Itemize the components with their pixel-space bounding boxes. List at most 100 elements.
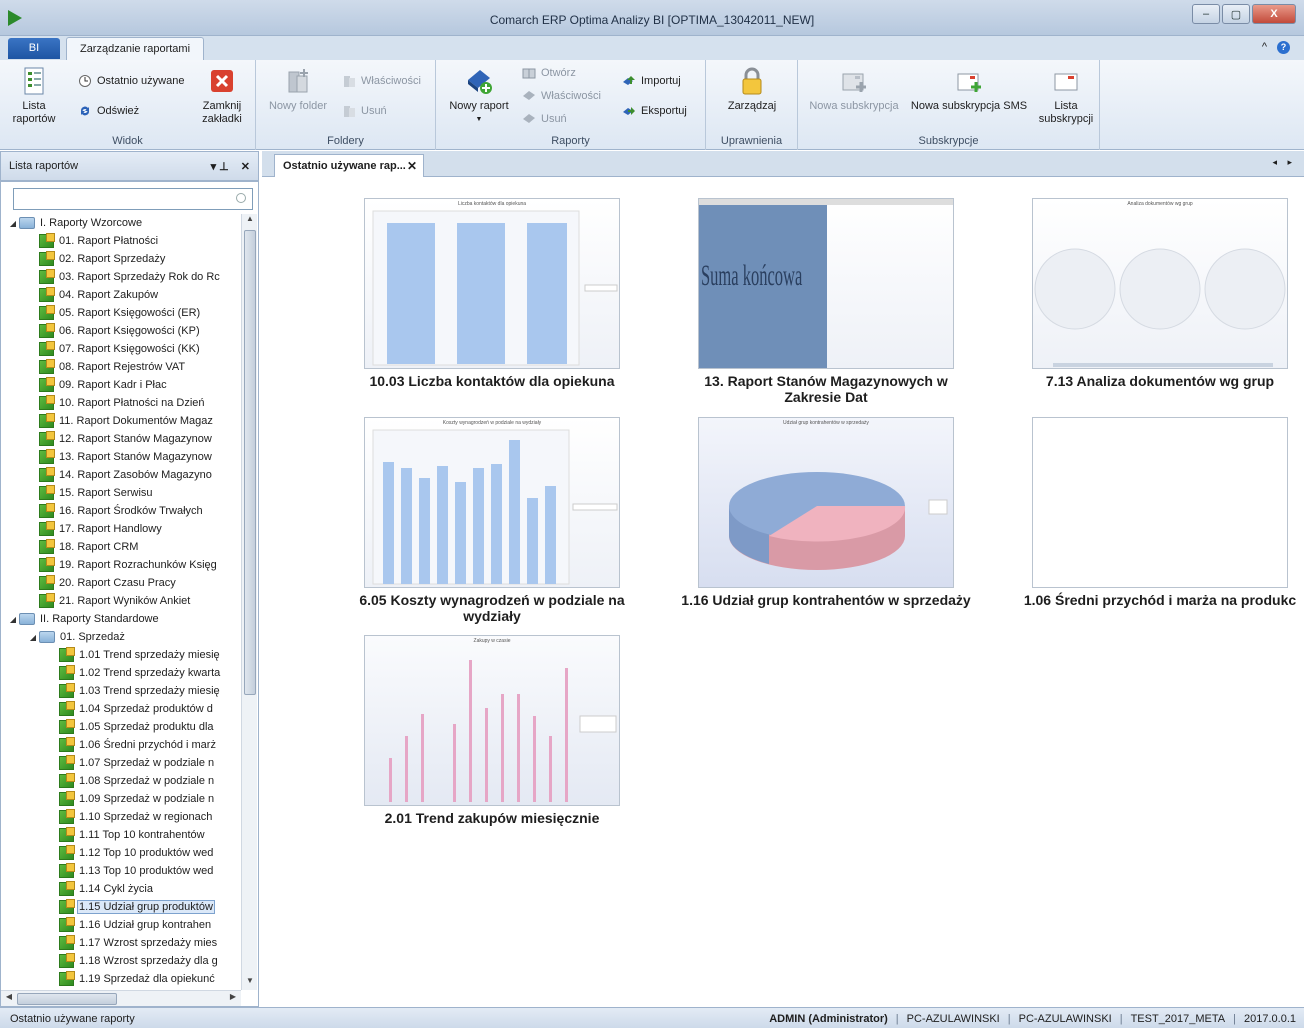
report-caption[interactable]: 7.13 Analiza dokumentów wg grup — [1014, 373, 1304, 389]
report-card[interactable]: 1.06 Średni przychód i marża na produkc — [1014, 417, 1304, 608]
nowy-folder-button[interactable]: Nowy folder — [264, 66, 332, 113]
report-thumbnail[interactable]: Koszty wynagrodzeń w podziale na wydział… — [364, 417, 620, 588]
tree-folder[interactable]: ◢ I. Raporty Wzorcowe — [1, 214, 241, 232]
otworz-button[interactable]: Otwórz — [522, 66, 576, 80]
report-card[interactable]: Liczba kontaktów dla opiekuna 10.03 Licz… — [346, 198, 638, 389]
tree-report-item[interactable]: 1.14 Cykl życia — [1, 880, 241, 898]
expand-arrow-icon[interactable]: ◢ — [27, 633, 39, 642]
tree-report-item[interactable]: 1.17 Wzrost sprzedaży mies — [1, 934, 241, 952]
report-thumbnail[interactable]: Suma końcowa — [698, 198, 954, 369]
folder-usun-button[interactable]: Usuń — [342, 104, 387, 118]
tree-report-item[interactable]: 1.06 Średni przychód i marż — [1, 736, 241, 754]
tree-report-item[interactable]: 13. Raport Stanów Magazynow — [1, 448, 241, 466]
maximize-button[interactable]: ▢ — [1222, 4, 1250, 24]
close-tab-icon[interactable]: ✕ — [407, 155, 417, 177]
raport-usun-button[interactable]: Usuń — [522, 112, 567, 126]
tree-report-item[interactable]: 07. Raport Księgowości (KK) — [1, 340, 241, 358]
collapse-ribbon-icon[interactable]: ^ — [1262, 41, 1267, 54]
pane-pin-icon[interactable]: ▾ ⊥ — [211, 160, 229, 173]
tree-report-item[interactable]: 1.13 Top 10 produktów wed — [1, 862, 241, 880]
folder-wlasciwosci-button[interactable]: Właściwości — [342, 74, 421, 88]
report-caption[interactable]: 2.01 Trend zakupów miesięcznie — [346, 810, 638, 826]
raport-wlasciwosci-button[interactable]: Właściwości — [522, 89, 601, 103]
scroll-left-arrow-icon[interactable]: ◀ — [1, 992, 17, 1006]
report-thumbnail[interactable]: Liczba kontaktów dla opiekuna — [364, 198, 620, 369]
tab-ostatnio-uzywane-raporty[interactable]: Ostatnio używane rap... ✕ — [274, 154, 424, 177]
pane-close-icon[interactable]: ✕ — [241, 160, 250, 173]
report-card[interactable]: Koszty wynagrodzeń w podziale na wydział… — [346, 417, 638, 624]
report-caption[interactable]: 13. Raport Stanów Magazynowych w Zakresi… — [680, 373, 972, 405]
scroll-right-arrow-icon[interactable]: ▶ — [225, 992, 241, 1006]
eksportuj-button[interactable]: Eksportuj — [622, 104, 687, 118]
tree-report-item[interactable]: 08. Raport Rejestrów VAT — [1, 358, 241, 376]
report-caption[interactable]: 6.05 Koszty wynagrodzeń w podziale na wy… — [346, 592, 638, 624]
expand-arrow-icon[interactable]: ◢ — [7, 615, 19, 624]
tree-report-item[interactable]: 1.01 Trend sprzedaży miesię — [1, 646, 241, 664]
tree-report-item[interactable]: 06. Raport Księgowości (KP) — [1, 322, 241, 340]
tree-report-item[interactable]: 15. Raport Serwisu — [1, 484, 241, 502]
tree-report-item[interactable]: 04. Raport Zakupów — [1, 286, 241, 304]
scroll-up-arrow-icon[interactable]: ▲ — [242, 214, 258, 228]
scroll-thumb[interactable] — [244, 230, 256, 695]
tree-report-item[interactable]: 1.08 Sprzedaż w podziale n — [1, 772, 241, 790]
report-card[interactable]: Suma końcowa 13. Raport Stanów Magazynow… — [680, 198, 972, 405]
tree-vertical-scrollbar[interactable]: ▲ ▼ — [241, 214, 257, 990]
report-thumbnail[interactable]: Zakupy w czasie — [364, 635, 620, 806]
hscroll-thumb[interactable] — [17, 993, 117, 1005]
zarzadzaj-button[interactable]: Zarządzaj — [716, 66, 788, 113]
report-search-field[interactable] — [13, 188, 253, 210]
importuj-button[interactable]: Importuj — [622, 74, 681, 88]
scroll-down-arrow-icon[interactable]: ▼ — [242, 976, 258, 990]
tree-report-item[interactable]: 12. Raport Stanów Magazynow — [1, 430, 241, 448]
tree-folder[interactable]: ◢ II. Raporty Standardowe — [1, 610, 241, 628]
tree-report-item[interactable]: 05. Raport Księgowości (ER) — [1, 304, 241, 322]
tree-report-item[interactable]: 1.05 Sprzedaż produktu dla — [1, 718, 241, 736]
minimize-button[interactable]: – — [1192, 4, 1220, 24]
tree-report-item[interactable]: 1.02 Trend sprzedaży kwarta — [1, 664, 241, 682]
nowa-subskrypcja-sms-button[interactable]: Nowa subskrypcja SMS — [906, 66, 1032, 113]
tree-report-item[interactable]: 1.03 Trend sprzedaży miesię — [1, 682, 241, 700]
tab-zarzadzanie-raportami[interactable]: Zarządzanie raportami — [66, 37, 204, 60]
report-caption[interactable]: 10.03 Liczba kontaktów dla opiekuna — [346, 373, 638, 389]
tab-bi-app-menu[interactable]: BI — [8, 38, 60, 59]
tree-report-item[interactable]: 1.18 Wzrost sprzedaży dla g — [1, 952, 241, 970]
tree-report-item[interactable]: 1.19 Sprzedaż dla opiekunć — [1, 970, 241, 988]
zamknij-zakladki-button[interactable]: Zamknij zakładki — [196, 66, 248, 126]
tree-horizontal-scrollbar[interactable]: ◀ ▶ — [1, 990, 241, 1006]
tree-report-item[interactable]: 03. Raport Sprzedaży Rok do Rc — [1, 268, 241, 286]
ostatnio-uzywane-button[interactable]: Ostatnio używane — [78, 74, 184, 88]
close-window-button[interactable]: X — [1252, 4, 1296, 24]
report-card[interactable]: Analiza dokumentów wg grup 7.13 Analiza … — [1014, 198, 1304, 389]
nowa-subskrypcja-button[interactable]: Nowa subskrypcja — [804, 66, 904, 113]
tree-report-item[interactable]: 09. Raport Kadr i Płac — [1, 376, 241, 394]
report-thumbnail[interactable]: Udział grup kontrahentów w sprzedaży — [698, 417, 954, 588]
help-icon[interactable]: ? — [1277, 41, 1290, 54]
tree-report-item[interactable]: 18. Raport CRM — [1, 538, 241, 556]
report-caption[interactable]: 1.06 Średni przychód i marża na produkc — [1014, 592, 1304, 608]
report-thumbnail[interactable] — [1032, 417, 1288, 588]
lista-raportow-button[interactable]: Lista raportów — [8, 66, 60, 126]
tree-report-item[interactable]: 1.10 Sprzedaż w regionach — [1, 808, 241, 826]
tree-report-item[interactable]: 1.11 Top 10 kontrahentów — [1, 826, 241, 844]
tree-report-item[interactable]: 1.15 Udział grup produktów — [1, 898, 241, 916]
report-search-input[interactable] — [18, 189, 228, 209]
tree-report-item[interactable]: 1.04 Sprzedaż produktów d — [1, 700, 241, 718]
tree-report-item[interactable]: 20. Raport Czasu Pracy — [1, 574, 241, 592]
tree-folder[interactable]: ◢ 01. Sprzedaż — [1, 628, 241, 646]
tree-report-item[interactable]: 01. Raport Płatności — [1, 232, 241, 250]
tree-report-item[interactable]: 02. Raport Sprzedaży — [1, 250, 241, 268]
report-card[interactable]: Udział grup kontrahentów w sprzedaży 1.1… — [680, 417, 972, 608]
odswiez-button[interactable]: Odśwież — [78, 104, 139, 118]
expand-arrow-icon[interactable]: ◢ — [7, 219, 19, 228]
tree-report-item[interactable]: 1.09 Sprzedaż w podziale n — [1, 790, 241, 808]
tree-report-item[interactable]: 1.07 Sprzedaż w podziale n — [1, 754, 241, 772]
tab-scroll-arrows[interactable]: ◂ ▸ — [1272, 157, 1296, 168]
tree-report-item[interactable]: 17. Raport Handlowy — [1, 520, 241, 538]
report-thumbnail[interactable]: Analiza dokumentów wg grup — [1032, 198, 1288, 369]
tree-report-item[interactable]: 11. Raport Dokumentów Magaz — [1, 412, 241, 430]
lista-subskrypcji-button[interactable]: Lista subskrypcji — [1038, 66, 1094, 126]
tree-report-item[interactable]: 1.16 Udział grup kontrahen — [1, 916, 241, 934]
nowy-raport-button[interactable]: Nowy raport ▼ — [444, 66, 514, 126]
tree-report-item[interactable]: 10. Raport Płatności na Dzień — [1, 394, 241, 412]
tree-report-item[interactable]: 21. Raport Wyników Ankiet — [1, 592, 241, 610]
